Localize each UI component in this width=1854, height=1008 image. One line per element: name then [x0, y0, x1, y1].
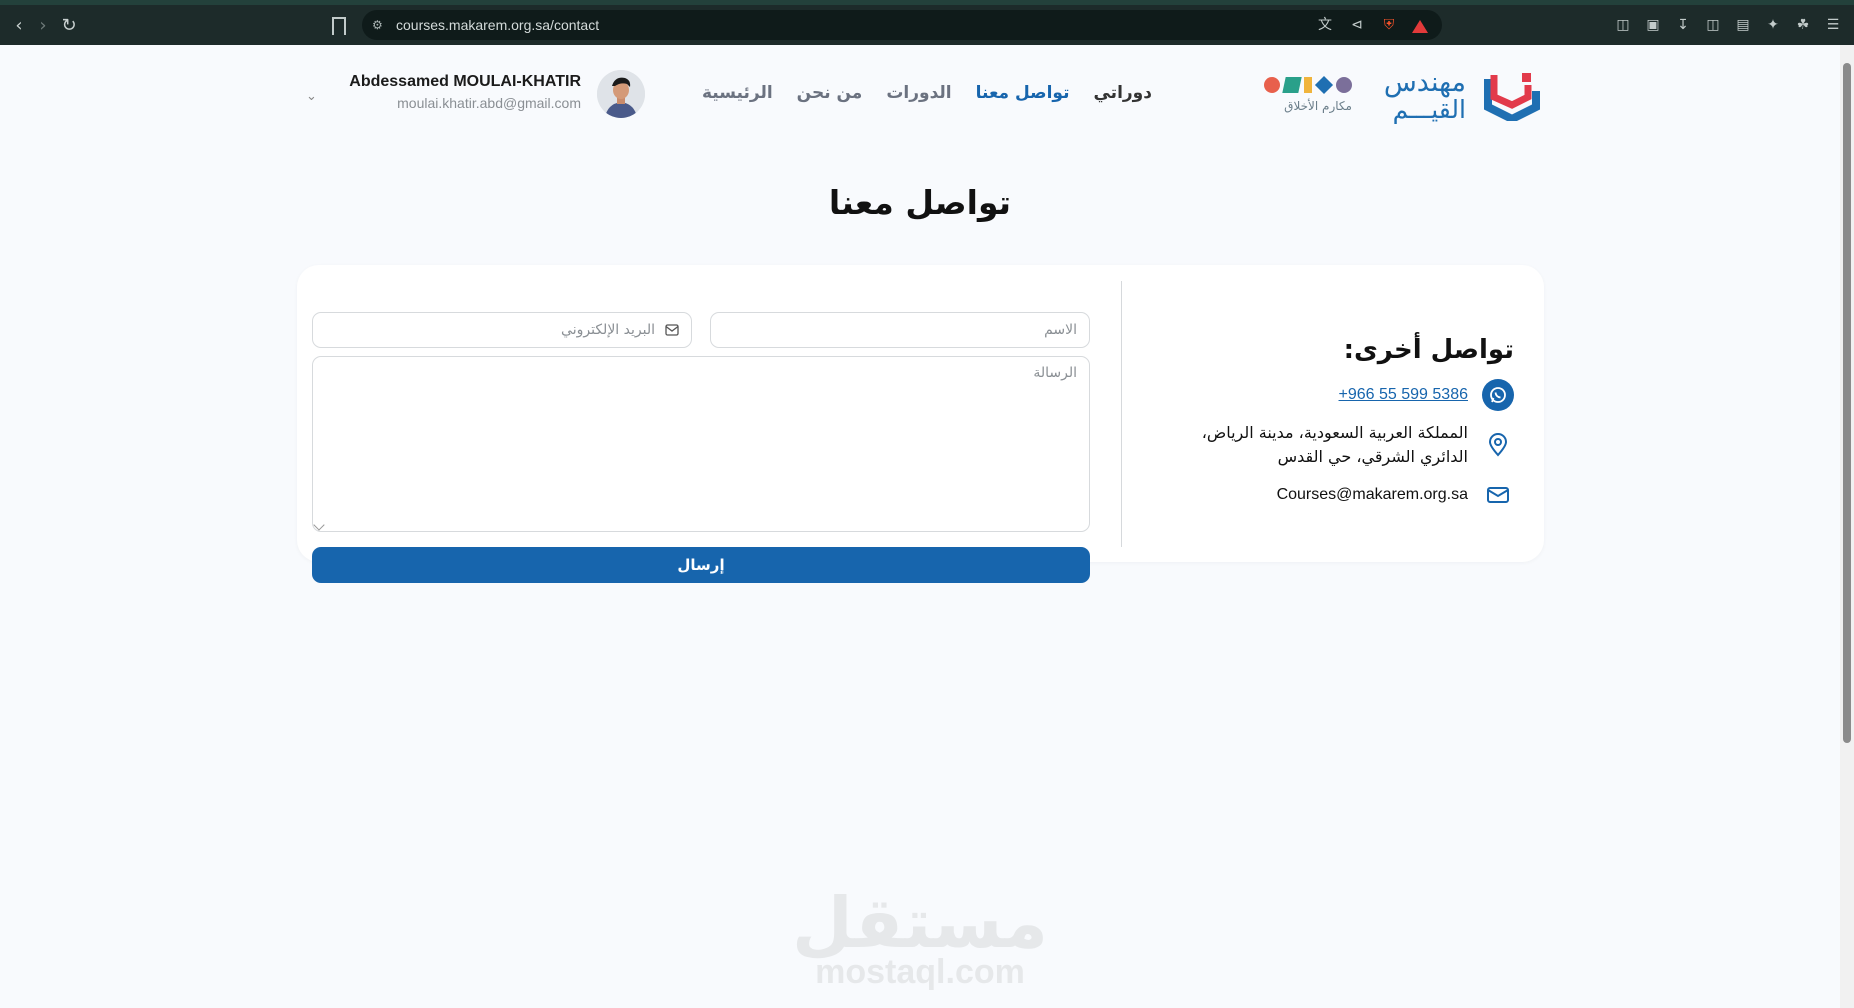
contact-phone-row: +966 55 599 5386 [1154, 379, 1514, 411]
email-field[interactable]: البريد الإلكتروني [312, 312, 692, 348]
page-title: تواصل معنا [828, 183, 1012, 222]
page: مهندس القيـــم مكارم الأخلاق الرئيسية من… [0, 45, 1840, 1008]
location-pin-icon [1482, 429, 1514, 461]
user-email: moulai.khatir.abd@gmail.com [397, 95, 581, 111]
logo-dot-shape [1336, 77, 1352, 93]
card-divider [1121, 281, 1122, 547]
avatar-person-icon [597, 70, 645, 118]
brave-rewards-icon[interactable] [1412, 19, 1428, 33]
envelope-icon [1482, 479, 1514, 511]
avatar[interactable] [597, 70, 645, 118]
contact-phone-link[interactable]: +966 55 599 5386 [1339, 383, 1468, 407]
nav-item-courses[interactable]: الدورات [886, 83, 951, 103]
screenshot-icon[interactable]: ▣ [1644, 16, 1662, 34]
user-menu[interactable]: ⌄ Abdessamed MOULAI-KHATIR moulai.khatir… [300, 65, 645, 125]
site-logo[interactable]: مهندس القيـــم مكارم الأخلاق [1240, 67, 1540, 124]
watermark-arabic: مستقل [791, 882, 1048, 964]
main-nav: الرئيسية من نحن الدورات تواصل معنا دورات… [702, 83, 1152, 103]
wallet-icon[interactable]: ▤ [1734, 16, 1752, 34]
scrollbar-thumb[interactable] [1843, 63, 1851, 743]
name-placeholder: الاسم [1044, 322, 1077, 338]
message-placeholder: الرسالة [1033, 365, 1077, 381]
bookmark-icon[interactable] [332, 17, 346, 35]
email-placeholder: البريد الإلكتروني [561, 322, 655, 338]
menu-icon[interactable]: ☰ [1824, 16, 1842, 34]
name-field[interactable]: الاسم [710, 312, 1090, 348]
whatsapp-icon [1482, 379, 1514, 411]
nav-item-home[interactable]: الرئيسية [702, 83, 773, 103]
page-scrollbar[interactable] [1840, 45, 1854, 1008]
watermark: مستقل mostaql.com [0, 887, 1840, 992]
nav-item-about[interactable]: من نحن [797, 83, 863, 103]
contact-address: المملكة العربية السعودية، مدينة الرياض، … [1201, 423, 1468, 466]
site-settings-icon[interactable]: ⚙ [372, 18, 386, 32]
contact-email-row: Courses@makarem.org.sa [1154, 479, 1514, 511]
logo-circle-shape [1264, 77, 1280, 93]
share-icon[interactable]: ⊲ [1348, 16, 1366, 34]
logo-bar-shape [1304, 77, 1312, 93]
logo-title-line2: القيـــم [1392, 95, 1466, 124]
chevron-down-icon[interactable]: ⌄ [306, 89, 317, 104]
download-icon[interactable]: ↧ [1674, 16, 1692, 34]
sidebar-icon[interactable]: ◫ [1704, 16, 1722, 34]
logo-title-line1: مهندس [1383, 67, 1466, 98]
message-textarea[interactable]: الرسالة [312, 356, 1090, 532]
logo-subbrand: مكارم الأخلاق [1284, 99, 1352, 113]
contact-email: Courses@makarem.org.sa [1276, 486, 1468, 503]
nav-item-my-courses[interactable]: دوراتي [1093, 83, 1152, 103]
translate-icon[interactable]: 文 [1316, 16, 1334, 34]
logo-mark-icon [1484, 73, 1540, 121]
contact-info: تواصل أخرى: +966 55 599 5386 المملكة الع… [1154, 335, 1514, 521]
leo-ai-icon[interactable]: ✦ [1764, 16, 1782, 34]
forward-icon[interactable]: › [32, 15, 54, 37]
back-icon[interactable]: ‹ [8, 15, 30, 37]
user-name: Abdessamed MOULAI-KHATIR [349, 73, 581, 90]
logo-shapes [1264, 75, 1352, 95]
submit-button[interactable]: إرسال [312, 547, 1090, 583]
site-header: مهندس القيـــم مكارم الأخلاق الرئيسية من… [300, 65, 1540, 125]
watermark-latin: mostaql.com [815, 953, 1025, 991]
extensions-icon[interactable]: ◫ [1614, 16, 1632, 34]
logo-square-shape [1282, 77, 1302, 93]
nav-item-contact[interactable]: تواصل معنا [976, 83, 1070, 103]
address-bar[interactable]: ⚙ courses.makarem.org.sa/contact 文 ⊲ ⛨ [362, 10, 1442, 40]
email-envelope-icon [665, 324, 679, 336]
browser-toolbar: ‹ › ↻ ⚙ courses.makarem.org.sa/contact 文… [0, 0, 1854, 45]
url-text[interactable]: courses.makarem.org.sa/contact [396, 17, 599, 33]
logo-diamond-shape [1314, 75, 1334, 95]
vpn-icon[interactable]: ☘ [1794, 16, 1812, 34]
contact-heading: تواصل أخرى: [1343, 335, 1514, 365]
brave-shield-icon[interactable]: ⛨ [1380, 16, 1398, 34]
resize-handle-icon[interactable] [313, 519, 325, 531]
reload-icon[interactable]: ↻ [58, 15, 80, 37]
contact-card: تواصل أخرى: +966 55 599 5386 المملكة الع… [297, 265, 1544, 583]
contact-address-row: المملكة العربية السعودية، مدينة الرياض، … [1154, 421, 1514, 469]
